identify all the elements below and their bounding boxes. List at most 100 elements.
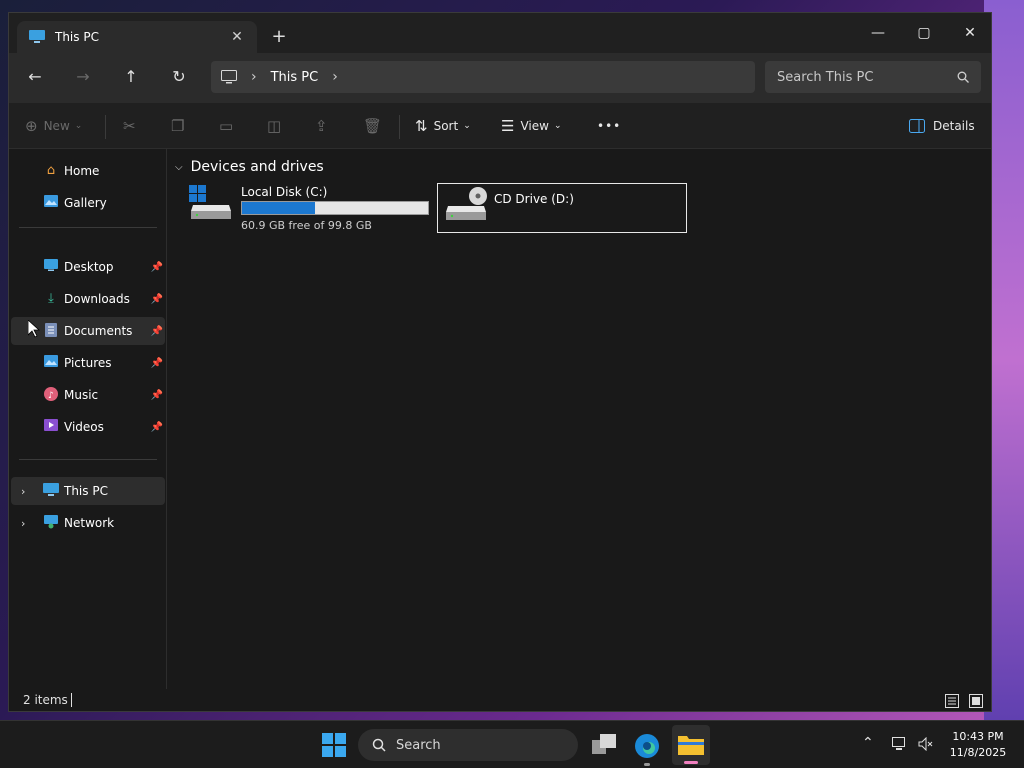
details-label: Details bbox=[933, 119, 975, 133]
address-bar[interactable]: › This PC › bbox=[211, 61, 755, 93]
pin-icon[interactable]: 📌 bbox=[151, 262, 163, 273]
new-tab-button[interactable]: + bbox=[269, 27, 289, 47]
pin-icon[interactable]: 📌 bbox=[151, 358, 163, 369]
chevron-right-icon[interactable]: › bbox=[21, 517, 25, 530]
pictures-icon bbox=[43, 355, 59, 371]
this-pc-icon bbox=[43, 483, 59, 499]
search-icon bbox=[957, 71, 969, 83]
up-button[interactable]: ↑ bbox=[117, 65, 145, 89]
drive-usage-fill bbox=[242, 202, 315, 214]
mouse-cursor-icon bbox=[28, 320, 40, 338]
taskbar-search[interactable]: Search bbox=[358, 729, 578, 761]
search-input[interactable]: Search This PC bbox=[765, 61, 981, 93]
sidebar-item-this-pc[interactable]: › This PC bbox=[11, 477, 165, 505]
maximize-button[interactable]: ▢ bbox=[901, 19, 947, 47]
gallery-icon bbox=[43, 195, 59, 211]
windows-start-icon[interactable] bbox=[322, 733, 346, 757]
sidebar-item-label: Videos bbox=[64, 420, 104, 434]
drive-d[interactable]: CD Drive (D:) bbox=[437, 183, 687, 233]
sidebar-item-label: Home bbox=[64, 164, 100, 178]
sort-label: Sort bbox=[433, 119, 459, 133]
sidebar-item-label: Music bbox=[64, 388, 99, 402]
new-button[interactable]: ⊕ New ⌄ bbox=[25, 115, 82, 137]
status-divider bbox=[71, 693, 72, 707]
sidebar-item-label: Desktop bbox=[64, 260, 114, 274]
documents-icon bbox=[43, 323, 59, 339]
drive-usage-bar bbox=[241, 201, 429, 215]
delete-button[interactable]: 🗑 bbox=[363, 115, 388, 137]
edge-browser-icon[interactable] bbox=[634, 733, 660, 759]
chevron-down-icon: ⌄ bbox=[463, 121, 471, 131]
videos-icon bbox=[43, 419, 59, 435]
drive-c[interactable]: Local Disk (C:) 60.9 GB free of 99.8 GB bbox=[187, 183, 437, 233]
tab-this-pc[interactable]: This PC ✕ bbox=[17, 21, 257, 53]
sort-icon: ⇅ bbox=[415, 117, 428, 135]
pin-icon[interactable]: 📌 bbox=[151, 326, 163, 337]
command-bar: ⊕ New ⌄ ✂ ❐ ▭ ◫ ⇪ 🗑 ⇅ Sort ⌄ ☰ View ⌄ ••… bbox=[9, 103, 991, 149]
volume-muted-icon[interactable] bbox=[918, 737, 934, 751]
tab-title: This PC bbox=[55, 30, 99, 44]
file-explorer-window: This PC ✕ + — ▢ ✕ ← → ↑ ↻ › This PC › Se… bbox=[8, 12, 992, 712]
group-header-devices[interactable]: ⌵ Devices and drives bbox=[175, 159, 324, 175]
pin-icon[interactable]: 📌 bbox=[151, 294, 163, 305]
breadcrumb-this-pc[interactable]: This PC bbox=[271, 70, 319, 85]
forward-button[interactable]: → bbox=[69, 65, 97, 89]
divider bbox=[399, 115, 400, 139]
network-status-icon[interactable] bbox=[892, 737, 908, 751]
chevron-down-icon: ⌄ bbox=[553, 121, 562, 131]
back-button[interactable]: ← bbox=[21, 65, 49, 89]
this-pc-icon bbox=[29, 30, 45, 43]
share-button[interactable]: ⇪ bbox=[315, 115, 334, 137]
sort-button[interactable]: ⇅ Sort ⌄ bbox=[415, 115, 471, 137]
search-icon bbox=[372, 738, 386, 752]
sidebar-item-label: Pictures bbox=[64, 356, 112, 370]
sidebar-item-label: Network bbox=[64, 516, 115, 530]
sidebar-item-desktop[interactable]: Desktop 📌 bbox=[11, 253, 165, 281]
sidebar-item-network[interactable]: › Network bbox=[11, 509, 165, 537]
copy-icon: ❐ bbox=[171, 117, 185, 135]
chevron-right-icon[interactable]: › bbox=[21, 485, 25, 498]
sidebar-item-videos[interactable]: Videos 📌 bbox=[11, 413, 165, 441]
search-placeholder: Search This PC bbox=[777, 69, 874, 85]
sidebar-item-label: Downloads bbox=[64, 292, 130, 306]
status-bar: 2 items bbox=[9, 689, 991, 711]
sidebar-item-label: Gallery bbox=[64, 196, 107, 210]
large-icons-view-icon[interactable] bbox=[969, 694, 983, 708]
sidebar-item-downloads[interactable]: ⤓ Downloads 📌 bbox=[11, 285, 165, 313]
downloads-icon: ⤓ bbox=[48, 291, 54, 306]
view-button[interactable]: ☰ View ⌄ bbox=[501, 115, 561, 137]
details-view-icon[interactable] bbox=[945, 694, 959, 708]
tab-close-icon[interactable]: ✕ bbox=[229, 29, 245, 45]
content-area: ⌵ Devices and drives Local Disk (C:) 60.… bbox=[167, 149, 991, 689]
refresh-button[interactable]: ↻ bbox=[165, 65, 193, 89]
breadcrumb-separator[interactable]: › bbox=[251, 69, 257, 85]
pin-icon[interactable]: 📌 bbox=[151, 390, 163, 401]
drive-name: Local Disk (C:) bbox=[241, 185, 328, 199]
clipboard-icon: ▭ bbox=[219, 117, 234, 135]
chevron-up-icon[interactable]: ⌃ bbox=[862, 735, 874, 751]
close-button[interactable]: ✕ bbox=[947, 19, 991, 47]
music-icon: ♪ bbox=[43, 387, 59, 403]
rename-icon: ◫ bbox=[267, 117, 282, 135]
more-options-button[interactable]: ••• bbox=[597, 115, 621, 137]
task-view-icon[interactable] bbox=[592, 734, 616, 756]
system-clock[interactable]: 10:43 PM 11/8/2025 bbox=[944, 729, 1012, 761]
paste-button[interactable]: ▭ bbox=[219, 115, 239, 137]
file-explorer-taskbar-button[interactable] bbox=[672, 725, 710, 765]
rename-button[interactable]: ◫ bbox=[267, 115, 287, 137]
view-list-icon: ☰ bbox=[501, 117, 515, 135]
copy-button[interactable]: ❐ bbox=[171, 115, 190, 137]
item-count: 2 items bbox=[23, 693, 68, 707]
sidebar-item-gallery[interactable]: Gallery bbox=[11, 189, 165, 217]
pin-icon[interactable]: 📌 bbox=[151, 422, 163, 433]
breadcrumb-separator[interactable]: › bbox=[332, 69, 338, 85]
sidebar-item-pictures[interactable]: Pictures 📌 bbox=[11, 349, 165, 377]
sidebar-item-music[interactable]: ♪ Music 📌 bbox=[11, 381, 165, 409]
details-button[interactable]: Details bbox=[909, 115, 975, 137]
cut-button[interactable]: ✂ bbox=[123, 115, 142, 137]
new-label: New bbox=[43, 119, 70, 133]
minimize-button[interactable]: — bbox=[855, 19, 901, 47]
taskbar-search-label: Search bbox=[396, 737, 441, 753]
sidebar-item-home[interactable]: ⌂ Home bbox=[11, 157, 165, 185]
drive-free-space: 60.9 GB free of 99.8 GB bbox=[241, 219, 372, 232]
